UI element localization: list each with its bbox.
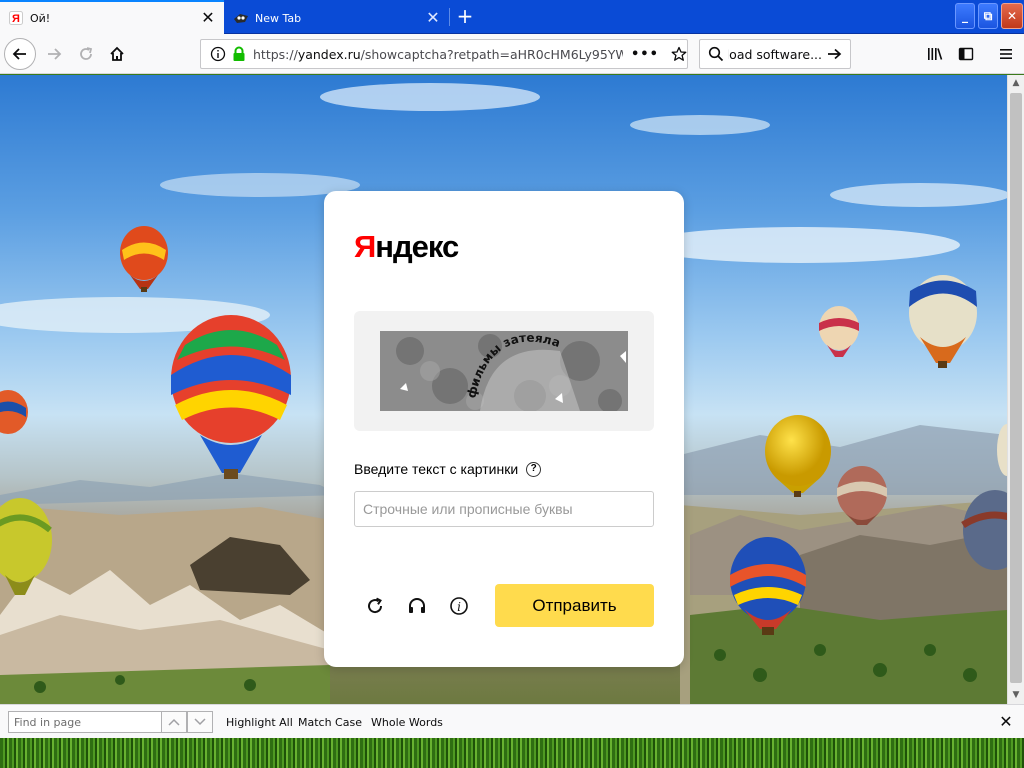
- library-button[interactable]: [919, 38, 951, 70]
- scroll-down-arrow-icon[interactable]: ▼: [1008, 687, 1024, 704]
- headphones-icon: [409, 598, 425, 613]
- find-previous-button[interactable]: [161, 711, 187, 733]
- back-arrow-icon: [12, 48, 26, 60]
- balloon: [171, 315, 291, 479]
- vertical-scrollbar[interactable]: ▲ ▼: [1007, 75, 1024, 704]
- desktop-background-strip: [0, 738, 1024, 768]
- forward-button[interactable]: [38, 38, 70, 70]
- back-button[interactable]: [4, 38, 36, 70]
- refresh-captcha-button[interactable]: [363, 594, 387, 618]
- sidebar-toggle-button[interactable]: [950, 38, 982, 70]
- url-path: /showcaptcha?retpath=aHR0cHM6Ly95YW5: [360, 46, 623, 62]
- url-host: yandex.ru: [297, 46, 361, 62]
- url-text[interactable]: https://yandex.ru/showcaptcha?retpath=aH…: [253, 47, 623, 62]
- restore-window-button[interactable]: ⧉: [978, 3, 998, 29]
- reload-button[interactable]: [70, 38, 102, 70]
- captcha-text-input[interactable]: [354, 491, 654, 527]
- submit-button[interactable]: Отправить: [495, 584, 654, 627]
- tab-yandex-captcha[interactable]: Я Ой! ✕: [0, 0, 224, 34]
- yandex-logo: Яндекс: [354, 229, 459, 265]
- page-content: Яндекс фильмы затеяла Введите текст с ка…: [0, 75, 1007, 704]
- scroll-up-arrow-icon[interactable]: ▲: [1008, 75, 1024, 92]
- forward-arrow-icon: [48, 48, 62, 60]
- lock-icon[interactable]: [231, 46, 247, 62]
- close-tab-icon[interactable]: ✕: [200, 10, 216, 26]
- help-icon[interactable]: ?: [526, 461, 542, 477]
- close-tab-icon[interactable]: ✕: [425, 10, 441, 26]
- logo-rest: ндекс: [375, 229, 459, 264]
- search-icon: [704, 46, 728, 62]
- minimize-window-button[interactable]: _: [955, 3, 975, 29]
- home-button[interactable]: [101, 38, 133, 70]
- logo-first-letter: Я: [354, 229, 376, 264]
- url-bar[interactable]: https://yandex.ru/showcaptcha?retpath=aH…: [200, 39, 688, 69]
- search-input-text[interactable]: ...gnload software: [728, 47, 822, 62]
- hamburger-menu-button[interactable]: [990, 38, 1022, 70]
- captcha-prompt-text: Введите текст с картинки: [354, 461, 519, 477]
- svg-text:i: i: [457, 600, 461, 614]
- refresh-icon: [368, 597, 383, 614]
- scrollbar-thumb[interactable]: [1010, 93, 1022, 683]
- tab-strip: Я Ой! ✕ New Tab ✕ + _ ⧉ ✕: [0, 0, 1024, 34]
- search-go-arrow-icon[interactable]: [822, 46, 846, 62]
- info-icon: i: [450, 597, 468, 615]
- captcha-info-button[interactable]: i: [447, 594, 471, 618]
- audio-captcha-button[interactable]: [405, 594, 429, 618]
- search-bar[interactable]: ...gnload software: [699, 39, 851, 69]
- home-icon: [110, 46, 124, 61]
- page-actions-icon[interactable]: •••: [631, 47, 659, 62]
- tab-separator: [449, 8, 450, 26]
- highlight-all-toggle[interactable]: Highlight All: [226, 716, 293, 729]
- reload-icon: [80, 47, 93, 60]
- captcha-image-container: фильмы затеяла: [354, 311, 654, 431]
- tab-new-tab[interactable]: New Tab ✕: [225, 2, 449, 34]
- yandex-favicon-icon: Я: [8, 10, 24, 26]
- tab-label: Ой!: [30, 11, 51, 25]
- hamburger-menu-icon: [1000, 49, 1012, 59]
- sidebar-icon: [958, 47, 974, 61]
- site-info-icon[interactable]: [205, 46, 231, 62]
- chevron-up-icon: [168, 718, 180, 726]
- find-in-page-input[interactable]: [8, 711, 162, 733]
- url-scheme: https://: [253, 46, 298, 62]
- newtab-favicon-icon: [233, 10, 249, 26]
- match-case-toggle[interactable]: Match Case: [298, 716, 362, 729]
- bookmark-star-icon[interactable]: [671, 46, 687, 62]
- captcha-prompt: Введите текст с картинки ?: [354, 461, 542, 477]
- chevron-down-icon: [194, 718, 206, 726]
- svg-text:Я: Я: [12, 13, 20, 25]
- find-next-button[interactable]: [187, 711, 213, 733]
- tab-label: New Tab: [255, 11, 302, 25]
- new-tab-button[interactable]: +: [452, 4, 478, 30]
- find-bar: Highlight All Match Case Whole Words ✕: [0, 704, 1024, 738]
- close-find-bar-icon[interactable]: ✕: [996, 712, 1016, 731]
- captcha-card: Яндекс фильмы затеяла Введите текст с ка…: [324, 191, 684, 667]
- whole-words-toggle[interactable]: Whole Words: [371, 716, 443, 729]
- library-icon: [928, 48, 943, 60]
- captcha-image: фильмы затеяла: [380, 331, 628, 411]
- navigation-toolbar: https://yandex.ru/showcaptcha?retpath=aH…: [0, 34, 1024, 74]
- close-window-button[interactable]: ✕: [1001, 3, 1023, 29]
